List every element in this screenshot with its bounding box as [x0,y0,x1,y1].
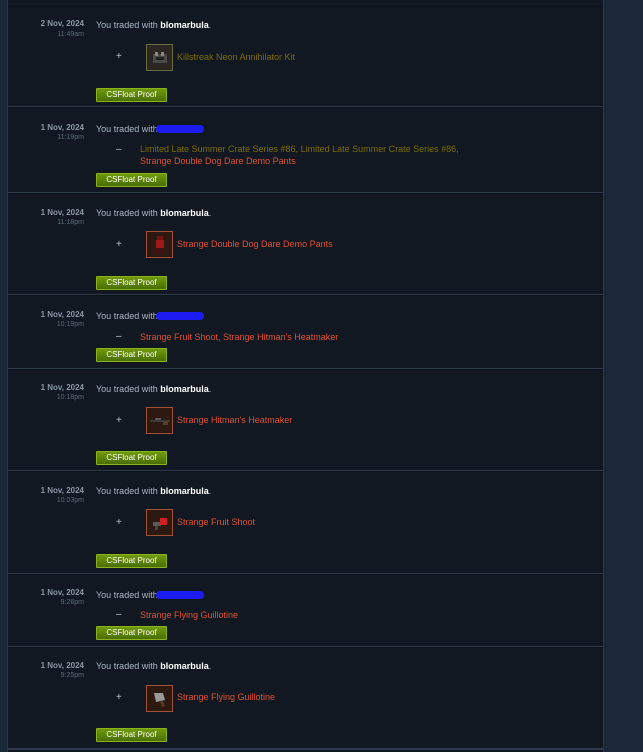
trade-items-line[interactable]: Strange Double Dog Dare Demo Pants [140,155,459,167]
headline-prefix: You traded with [96,208,161,218]
headline-prefix: You traded with [96,384,161,394]
trade-entry: 2 Nov, 2024 11:49am You traded with blom… [8,6,603,108]
sniper-rifle-icon[interactable] [146,407,173,434]
trade-time: 11:49am [57,31,84,38]
given-sign: – [116,144,122,155]
trade-headline: You traded with blomarbula. [96,19,211,31]
fruit-shoot-icon[interactable] [146,509,173,536]
headline-suffix: . [208,208,212,218]
killstreak-kit-icon[interactable] [146,44,173,71]
trade-time: 10:18pm [56,394,84,401]
given-sign: – [116,331,122,342]
received-sign: + [116,517,122,528]
redaction-mark [155,591,204,599]
trade-partner-link[interactable]: blomarbula [160,486,209,496]
csfloat-proof-button[interactable]: CSFloat Proof [96,88,167,102]
trade-headline: You traded with [96,310,204,322]
headline-prefix: You traded with [96,311,158,321]
trade-item-link[interactable]: Strange Fruit Shoot [177,517,255,528]
trade-entry: 1 Nov, 2024 10:19pm You traded with – St… [8,295,603,370]
headline-suffix: . [208,486,212,496]
csfloat-proof-button[interactable]: CSFloat Proof [96,348,167,362]
trade-item-link[interactable]: Strange Hitman's Heatmaker [177,415,292,426]
trade-items-list[interactable]: Strange Flying Guillotine [140,609,238,621]
trade-date: 1 Nov, 2024 [40,661,84,670]
trade-items-list[interactable]: Strange Fruit Shoot, Strange Hitman's He… [140,331,338,343]
trade-item-link[interactable]: Killstreak Neon Annihilator Kit [177,52,295,63]
received-sign: + [116,415,122,426]
trade-time: 10:19pm [56,321,84,328]
trade-headline: You traded with [96,589,204,601]
trade-headline: You traded with [96,123,204,135]
redaction-mark [155,125,204,133]
cleaver-icon[interactable] [146,685,173,712]
trade-entry: 1 Nov, 2024 9:25pm You traded with bloma… [8,647,603,750]
headline-prefix: You traded with [96,486,161,496]
received-sign: + [116,239,122,250]
trade-time: 11:18pm [57,219,84,226]
csfloat-proof-button[interactable]: CSFloat Proof [96,554,167,568]
trade-headline: You traded with blomarbula. [96,383,211,395]
trade-headline: You traded with blomarbula. [96,660,211,672]
trade-partner-link[interactable]: blomarbula [160,661,209,671]
trade-entry: 1 Nov, 2024 10:18pm You traded with blom… [8,369,603,472]
headline-prefix: You traded with [96,590,158,600]
trade-history-panel: 2 Nov, 2024 11:49am You traded with blom… [7,0,604,752]
headline-prefix: You traded with [96,20,161,30]
trade-date: 1 Nov, 2024 [40,310,84,319]
trade-partner-link[interactable]: blomarbula [160,384,209,394]
headline-prefix: You traded with [96,124,158,134]
trade-entry: 1 Nov, 2024 9:26pm You traded with – Str… [8,574,603,648]
trade-items-line[interactable]: Limited Late Summer Crate Series #86, Li… [140,143,459,155]
csfloat-proof-button[interactable]: CSFloat Proof [96,728,167,742]
trade-headline: You traded with blomarbula. [96,207,211,219]
given-sign: – [116,609,122,620]
csfloat-proof-button[interactable]: CSFloat Proof [96,173,167,187]
redaction-mark [155,312,204,320]
csfloat-proof-button[interactable]: CSFloat Proof [96,276,167,290]
received-sign: + [116,692,122,703]
trade-partner-link[interactable]: blomarbula [160,20,209,30]
csfloat-proof-button[interactable]: CSFloat Proof [96,451,167,465]
trade-entry: 1 Nov, 2024 11:19pm You traded with – Li… [8,107,603,194]
trade-date: 2 Nov, 2024 [40,19,84,28]
trade-entry: 1 Nov, 2024 10:03pm You traded with blom… [8,471,603,575]
trade-time: 9:25pm [60,672,84,679]
trade-time: 11:19pm [57,134,84,141]
trade-date: 1 Nov, 2024 [40,486,84,495]
received-sign: + [116,51,122,62]
trade-items-list: Limited Late Summer Crate Series #86, Li… [140,143,459,167]
trade-item-link[interactable]: Strange Flying Guillotine [177,692,275,703]
trade-entry: 1 Nov, 2024 11:18pm You traded with blom… [8,193,603,296]
headline-suffix: . [208,20,212,30]
trade-time: 9:26pm [60,599,84,606]
headline-prefix: You traded with [96,661,161,671]
trade-time: 10:03pm [56,497,84,504]
csfloat-proof-button[interactable]: CSFloat Proof [96,626,167,640]
headline-suffix: . [208,661,212,671]
trade-date: 1 Nov, 2024 [40,123,84,132]
trade-partner-link[interactable]: blomarbula [160,208,209,218]
trade-date: 1 Nov, 2024 [40,208,84,217]
headline-suffix: . [208,384,212,394]
demo-pants-icon[interactable] [146,231,173,258]
trade-date: 1 Nov, 2024 [40,588,84,597]
trade-item-link[interactable]: Strange Double Dog Dare Demo Pants [177,239,333,250]
trade-headline: You traded with blomarbula. [96,485,211,497]
trade-date: 1 Nov, 2024 [40,383,84,392]
